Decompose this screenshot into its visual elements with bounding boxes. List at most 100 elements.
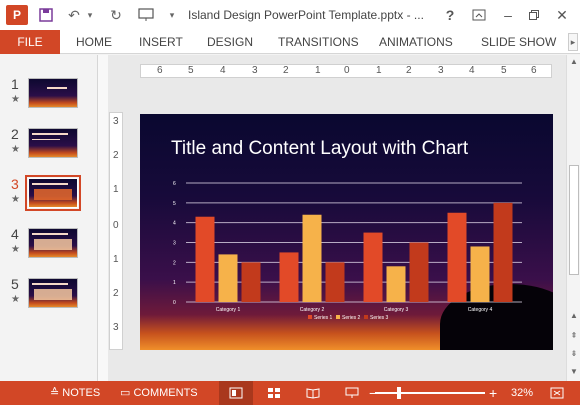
legend-label: Series 3: [370, 315, 389, 321]
restore-icon[interactable]: [523, 4, 545, 26]
ruler-label: 1: [376, 65, 382, 76]
close-icon[interactable]: ✕: [551, 4, 573, 26]
ruler-label: 4: [220, 65, 226, 76]
thumbnail-chart: [34, 189, 72, 200]
slide-thumbnail[interactable]: 4 ★: [0, 226, 98, 266]
previous-slide-icon[interactable]: ⇞: [569, 331, 579, 343]
slide-thumbnail-selected[interactable]: 3 ★: [0, 175, 98, 216]
ribbon-scroll-right-icon[interactable]: ▸: [568, 33, 578, 51]
thumbnail-content-box: [34, 289, 72, 300]
document-title: Island Design PowerPoint Template.pptx -…: [188, 8, 424, 22]
legend-label: Series 2: [342, 315, 361, 321]
animation-star-icon: ★: [11, 244, 20, 255]
thumbnail-scrollbar[interactable]: [98, 55, 108, 381]
legend-label: Series 1: [314, 315, 333, 321]
present-from-beginning-icon[interactable]: [136, 5, 156, 25]
slide-thumbnail[interactable]: 5 ★: [0, 276, 98, 316]
slide-sorter-button[interactable]: [264, 385, 284, 401]
bar-3: [241, 262, 261, 302]
bar-2: [386, 266, 406, 302]
tab-home[interactable]: HOME: [76, 30, 112, 54]
scrollbar-thumb[interactable]: [569, 165, 579, 275]
slide-thumbnail-pane: 1 ★ 2 ★ 3 ★ 4 ★ 5 ★: [0, 55, 98, 381]
animation-star-icon: ★: [11, 144, 20, 155]
tab-animations[interactable]: ANIMATIONS: [379, 30, 453, 54]
ruler-label: 4: [469, 65, 475, 76]
slide-thumbnail-image: [28, 278, 78, 308]
bar-2: [470, 246, 490, 302]
thumbnail-title-line: [32, 183, 68, 185]
tab-transitions[interactable]: TRANSITIONS: [278, 30, 359, 54]
bar-3: [409, 242, 429, 302]
animation-star-icon: ★: [11, 194, 20, 205]
thumbnail-title-line: [32, 283, 68, 285]
notes-label: NOTES: [62, 387, 101, 399]
thumbnail-title-line: [32, 233, 68, 235]
ruler-label: 3: [438, 65, 444, 76]
vertical-scrollbar[interactable]: ▲ ▲ ⇞ ⇟ ▼: [566, 55, 580, 381]
tab-file[interactable]: FILE: [0, 30, 60, 54]
zoom-in-button[interactable]: +: [489, 381, 497, 405]
normal-view-button[interactable]: [219, 381, 253, 405]
ruler-label: 3: [113, 116, 119, 127]
thumbnail-title-line: [47, 87, 67, 89]
x-tick-label: Category 1: [216, 307, 241, 313]
comment-icon: ▭: [120, 387, 131, 399]
slide-number: 5: [11, 276, 19, 292]
ruler-label: 2: [283, 65, 289, 76]
scroll-up-icon[interactable]: ▲: [569, 311, 579, 323]
save-icon[interactable]: [36, 5, 56, 25]
slide-thumbnail[interactable]: 1 ★: [0, 76, 98, 116]
minimize-icon[interactable]: –: [497, 4, 519, 26]
status-bar: ≙ NOTES ▭ COMMENTS − + 32%: [0, 381, 580, 405]
zoom-level[interactable]: 32%: [511, 381, 533, 405]
slide-thumbnail[interactable]: 2 ★: [0, 126, 98, 166]
undo-dropdown-icon[interactable]: ▾: [80, 5, 100, 25]
zoom-slider-knob[interactable]: [397, 387, 401, 399]
slide-number: 4: [11, 226, 19, 242]
scroll-up-icon[interactable]: ▲: [569, 57, 579, 69]
animation-star-icon: ★: [11, 94, 20, 105]
slide-show-button[interactable]: [342, 385, 362, 401]
ruler-label: 2: [113, 288, 119, 299]
ruler-label: 1: [315, 65, 321, 76]
y-tick-label: 5: [173, 201, 176, 207]
redo-icon[interactable]: ↻: [106, 5, 126, 25]
ruler-label: 5: [501, 65, 507, 76]
fit-slide-to-window-icon[interactable]: [548, 385, 566, 401]
legend-swatch: [336, 315, 340, 319]
slide-number: 1: [11, 76, 19, 92]
slide-thumbnail-image: [28, 128, 78, 158]
bar-3: [325, 262, 345, 302]
zoom-slider-track[interactable]: [375, 392, 485, 394]
tab-insert[interactable]: INSERT: [139, 30, 183, 54]
next-slide-icon[interactable]: ⇟: [569, 349, 579, 361]
bar-2: [302, 214, 322, 302]
comments-button[interactable]: ▭ COMMENTS: [120, 381, 202, 405]
powerpoint-window: P ↶ ▾ ↻ ▾ Island Design PowerPoint Templ…: [0, 0, 580, 405]
thumbnail-table: [34, 239, 72, 250]
ruler-label: 3: [252, 65, 258, 76]
ruler-label: 1: [113, 184, 119, 195]
customize-toolbar-icon[interactable]: ▾: [162, 5, 182, 25]
notes-button[interactable]: ≙ NOTES: [50, 381, 102, 405]
horizontal-ruler: 6 5 4 3 2 1 0 1 2 3 4 5 6: [140, 64, 552, 78]
bar-chart[interactable]: 0 1 2 3 4 5 6 Category 1 Category 2 Category 3 Cat…: [140, 114, 553, 350]
slide-number: 2: [11, 126, 19, 142]
x-tick-label: Category 3: [384, 307, 409, 313]
bar-1: [447, 212, 467, 302]
legend-swatch: [308, 315, 312, 319]
tab-design[interactable]: DESIGN: [207, 30, 253, 54]
help-icon[interactable]: ?: [439, 4, 461, 26]
ribbon-tabs: FILE HOME INSERT DESIGN TRANSITIONS ANIM…: [0, 30, 580, 54]
tab-slide-show[interactable]: SLIDE SHOW: [481, 30, 556, 54]
ruler-label: 0: [344, 65, 350, 76]
vertical-ruler: 3 2 1 0 1 2 3: [109, 112, 123, 350]
title-bar: P ↶ ▾ ↻ ▾ Island Design PowerPoint Templ…: [0, 0, 580, 30]
slide-canvas[interactable]: Title and Content Layout with Chart 0123…: [140, 114, 553, 350]
bar-3: [493, 202, 513, 302]
reading-view-button[interactable]: [303, 385, 323, 401]
ribbon-display-options-icon[interactable]: [468, 4, 490, 26]
powerpoint-logo-icon: P: [6, 5, 28, 25]
scroll-down-icon[interactable]: ▼: [569, 367, 579, 379]
